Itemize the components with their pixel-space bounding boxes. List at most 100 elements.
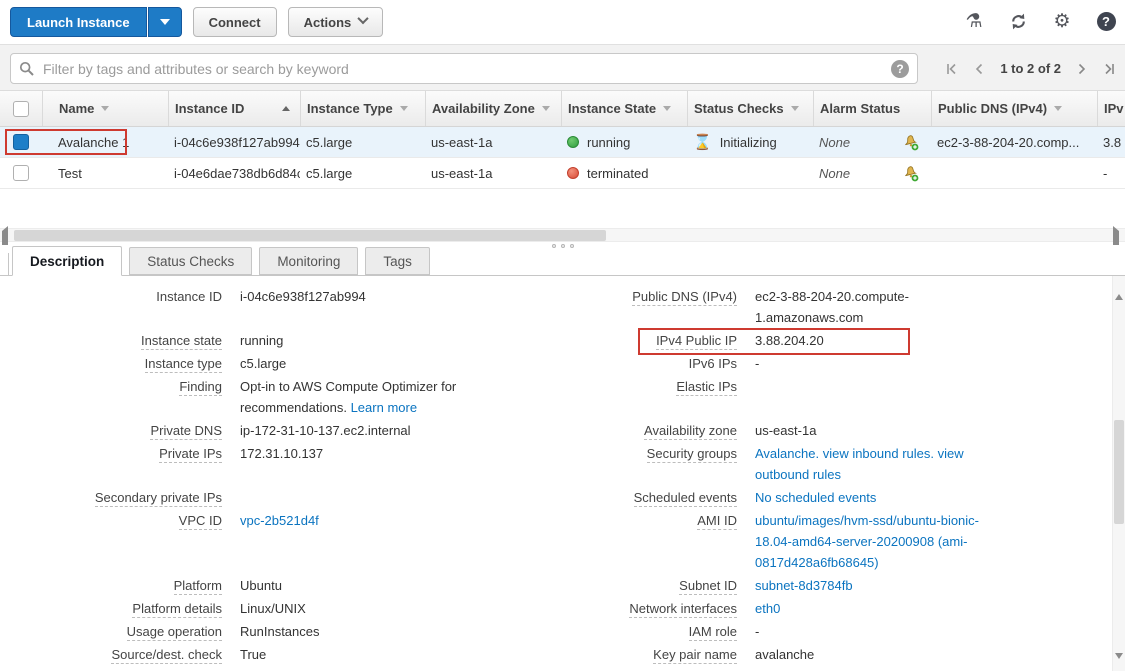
- previous-page-icon[interactable]: [974, 63, 984, 75]
- page-range-label: 1 to 2 of 2: [1000, 61, 1061, 76]
- field-value-ipv4-public-ip: 3.88.204.20: [755, 333, 824, 348]
- desc-row-platform: Platform Ubuntu Subnet ID subnet-8d3784f…: [0, 575, 1125, 596]
- field-label: Instance type: [145, 356, 222, 373]
- row-checkbox-cell: [0, 127, 42, 157]
- column-header-alarm-status[interactable]: Alarm Status: [813, 91, 931, 126]
- scroll-down-arrow-icon[interactable]: [1115, 659, 1124, 668]
- field-value: us-east-1a: [755, 423, 816, 438]
- next-page-icon[interactable]: [1077, 63, 1087, 75]
- column-header-instance-state[interactable]: Instance State: [561, 91, 687, 126]
- security-groups-link[interactable]: Avalanche. view inbound rules. view outb…: [755, 446, 964, 482]
- column-header-public-dns[interactable]: Public DNS (IPv4): [931, 91, 1097, 126]
- scroll-left-arrow-icon[interactable]: [2, 231, 12, 241]
- search-help-icon[interactable]: ?: [891, 60, 909, 78]
- experiments-flask-icon[interactable]: ⚗: [963, 10, 985, 32]
- row-checkbox[interactable]: [13, 165, 29, 181]
- desc-row-instance-type: Instance type c5.large IPv6 IPs -: [0, 353, 1125, 374]
- tab-status-checks[interactable]: Status Checks: [129, 247, 252, 275]
- vertical-scrollbar-thumb[interactable]: [1114, 420, 1124, 524]
- column-header-instance-id[interactable]: Instance ID: [168, 91, 300, 126]
- ami-id-link[interactable]: ubuntu/images/hvm-ssd/ubuntu-bionic- 18.…: [755, 513, 979, 570]
- desc-row-instance-state: Instance state running IPv4 Public IP 3.…: [0, 330, 1125, 351]
- field-value: Opt-in to AWS Compute Optimizer for reco…: [240, 379, 456, 415]
- column-header-status-checks[interactable]: Status Checks: [687, 91, 813, 126]
- table-bottom-whitespace: [0, 189, 1125, 228]
- scroll-right-arrow-icon[interactable]: [1113, 231, 1123, 241]
- connect-button[interactable]: Connect: [193, 7, 277, 37]
- field-label: Private IPs: [159, 446, 222, 463]
- field-label: Security groups: [647, 446, 737, 463]
- field-value: ec2-3-88-204-20.compute- 1.amazonaws.com: [755, 289, 909, 325]
- scroll-up-arrow-icon[interactable]: [1115, 279, 1124, 288]
- field-value: running: [240, 333, 283, 348]
- sort-caret-icon: [542, 106, 550, 111]
- table-row-test[interactable]: Test i-04e6dae738db6d84c c5.large us-eas…: [0, 158, 1125, 189]
- field-label: Finding: [179, 379, 222, 396]
- create-alarm-bell-icon[interactable]: [902, 165, 919, 182]
- tab-tags[interactable]: Tags: [365, 247, 430, 275]
- search-box: ?: [10, 53, 918, 84]
- detail-tabs: Description Status Checks Monitoring Tag…: [0, 245, 1125, 276]
- field-label: Secondary private IPs: [95, 490, 222, 507]
- ec2-console-window: Launch Instance Connect Actions ⚗ ⚙: [0, 0, 1125, 671]
- row-checkbox[interactable]: [13, 134, 29, 150]
- connect-label: Connect: [209, 15, 261, 30]
- settings-gear-icon[interactable]: ⚙: [1051, 10, 1073, 32]
- filter-search-input[interactable]: [43, 61, 891, 77]
- field-label: IAM role: [689, 624, 737, 641]
- refresh-icon[interactable]: [1007, 10, 1029, 32]
- field-label: Subnet ID: [679, 578, 737, 595]
- help-glyph: ?: [1102, 14, 1110, 29]
- action-buttons: Launch Instance Connect Actions: [10, 7, 383, 37]
- field-label: Instance state: [141, 333, 222, 350]
- cell-instance-state: running: [561, 127, 687, 157]
- actions-label: Actions: [304, 15, 352, 30]
- help-icon[interactable]: ?: [1095, 10, 1117, 32]
- table-row-avalanche-1[interactable]: Avalanche 1 i-04c6e938f127ab994 c5.large…: [0, 127, 1125, 158]
- column-header-instance-type[interactable]: Instance Type: [300, 91, 425, 126]
- last-page-icon[interactable]: [1103, 63, 1115, 75]
- desc-row-private-ips: Private IPs 172.31.10.137 Security group…: [0, 443, 1125, 485]
- cell-public-dns: [931, 158, 1097, 188]
- column-header-availability-zone[interactable]: Availability Zone: [425, 91, 561, 126]
- cell-ipv4: -: [1097, 158, 1125, 188]
- horizontal-scrollbar-thumb[interactable]: [14, 230, 606, 241]
- field-label: Platform details: [132, 601, 222, 618]
- tab-description[interactable]: Description: [12, 246, 122, 276]
- field-label: Key pair name: [653, 647, 737, 664]
- cell-instance-id: i-04e6dae738db6d84c: [168, 158, 300, 188]
- sort-caret-icon: [1054, 106, 1062, 111]
- terminated-status-icon: [567, 167, 579, 179]
- desc-row-finding: Finding Opt-in to AWS Compute Optimizer …: [0, 376, 1125, 418]
- field-value: avalanche: [755, 647, 814, 662]
- launch-instance-button[interactable]: Launch Instance: [10, 7, 147, 37]
- launch-instance-dropdown-button[interactable]: [148, 7, 182, 37]
- column-header-name[interactable]: Name: [42, 91, 168, 126]
- field-label: Scheduled events: [634, 490, 737, 507]
- desc-row-secondary-ips: Secondary private IPs Scheduled events N…: [0, 487, 1125, 508]
- cell-instance-state: terminated: [561, 158, 687, 188]
- cell-ipv4: 3.8: [1097, 127, 1125, 157]
- cell-public-dns: ec2-3-88-204-20.comp...: [931, 127, 1097, 157]
- actions-button[interactable]: Actions: [288, 7, 384, 37]
- desc-row-source-dest-check: Source/dest. check True Key pair name av…: [0, 644, 1125, 665]
- field-value: Ubuntu: [240, 578, 282, 593]
- first-page-icon[interactable]: [946, 63, 958, 75]
- select-all-checkbox[interactable]: [13, 101, 29, 117]
- horizontal-scrollbar[interactable]: [0, 228, 1125, 242]
- create-alarm-bell-icon[interactable]: [902, 134, 919, 151]
- panel-resize-handle[interactable]: [552, 244, 574, 248]
- column-header-checks-label: Status Checks: [694, 101, 784, 116]
- network-interfaces-link[interactable]: eth0: [755, 601, 780, 616]
- vertical-scrollbar[interactable]: [1112, 276, 1125, 671]
- cell-status-checks: ⌛ Initializing: [687, 127, 813, 157]
- row-checkbox-cell: [0, 158, 42, 188]
- tab-monitoring[interactable]: Monitoring: [259, 247, 358, 275]
- field-label: Network interfaces: [629, 601, 737, 618]
- column-header-ipv4[interactable]: IPv: [1097, 91, 1125, 126]
- subnet-id-link[interactable]: subnet-8d3784fb: [755, 578, 853, 593]
- learn-more-link[interactable]: Learn more: [351, 400, 417, 415]
- scheduled-events-link[interactable]: No scheduled events: [755, 490, 876, 505]
- field-label: Platform: [174, 578, 222, 595]
- vpc-id-link[interactable]: vpc-2b521d4f: [240, 513, 319, 528]
